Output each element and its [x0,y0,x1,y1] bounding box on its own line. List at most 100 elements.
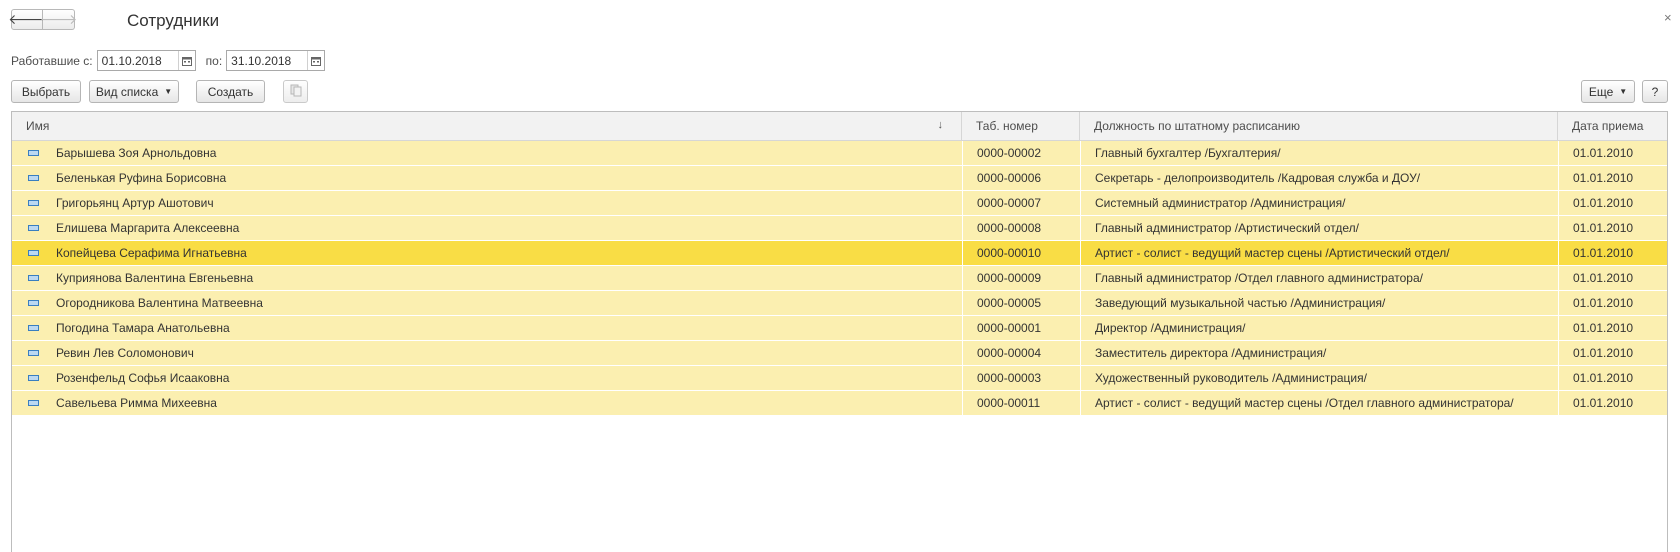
cell-hire-date: 01.01.2010 [1558,241,1667,265]
employee-item-icon [28,375,39,381]
employee-name: Погодина Тамара Анатольевна [56,321,230,335]
cell-tab-number: 0000-00003 [962,366,1080,390]
employee-item-icon [28,350,39,356]
cell-hire-date: 01.01.2010 [1558,366,1667,390]
cell-name: Барышева Зоя Арнольдовна [12,141,962,165]
hire-date-value: 01.01.2010 [1573,271,1634,285]
cell-tab-number: 0000-00008 [962,216,1080,240]
tab-number-value: 0000-00007 [977,196,1042,210]
cell-tab-number: 0000-00001 [962,316,1080,340]
cell-position: Директор /Администрация/ [1080,316,1558,340]
employee-item-icon [28,275,39,281]
from-date-value: 01.10.2018 [101,53,162,68]
select-button-label: Выбрать [21,84,71,99]
table-row[interactable]: Огородникова Валентина Матвеевна 0000-000… [12,291,1667,316]
cell-tab-number: 0000-00010 [962,241,1080,265]
tab-number-value: 0000-00002 [977,146,1042,160]
cell-position: Главный бухгалтер /Бухгалтерия/ [1080,141,1558,165]
arrow-right-icon: 🡒 [39,11,78,27]
table-row[interactable]: Ревин Лев Соломонович 0000-00004 Заместите… [12,341,1667,366]
to-date-field[interactable]: 31.10.2018 [226,50,326,71]
cell-tab-number: 0000-00004 [962,341,1080,365]
employee-name: Савельева Римма Михеевна [56,396,217,410]
table-row[interactable]: Савельева Римма Михеевна 0000-00011 Артист… [12,391,1667,416]
cell-position: Секретарь - делопроизводитель /Кадровая … [1080,166,1558,190]
employee-name: Беленькая Руфина Борисовна [56,171,227,185]
tab-number-value: 0000-00011 [977,396,1041,410]
column-header-hire-date[interactable]: Дата приема [1558,112,1667,140]
cell-position: Заведующий музыкальной частью /Администр… [1080,291,1558,315]
cell-name: Розенфельд Софья Исааковна [12,366,962,390]
to-date-value: 31.10.2018 [231,53,292,68]
hire-date-value: 01.01.2010 [1573,171,1634,185]
sort-down-icon: ↓ [937,119,944,131]
period-filter: Работавшие с: 01.10.2018 по: 31.10.2018 [11,50,326,71]
from-date-field[interactable]: 01.10.2018 [96,50,196,71]
employee-item-icon [28,150,39,156]
tab-number-value: 0000-00003 [977,371,1042,385]
back-button[interactable]: 🡐 [8,9,46,30]
cell-tab-number: 0000-00007 [962,191,1080,215]
cell-position: Артист - солист - ведущий мастер сцены /… [1080,391,1558,415]
create-button[interactable]: Создать [196,80,265,103]
table-row-selected[interactable]: Копейцева Серафима Игнатьевна 0000-00010 А… [12,241,1667,266]
position-value: Артист - солист - ведущий мастер сцены /… [1095,396,1514,410]
column-header-name[interactable]: Имя ↓ [12,112,962,140]
cell-hire-date: 01.01.2010 [1558,191,1667,215]
calendar-icon[interactable] [307,51,324,70]
employee-name: Ревин Лев Соломонович [56,346,194,360]
hire-date-value: 01.01.2010 [1573,371,1634,385]
calendar-icon[interactable] [177,51,195,70]
tab-number-value: 0000-00006 [977,171,1042,185]
cell-tab-number: 0000-00011 [962,391,1080,415]
position-value: Системный администратор /Администрация/ [1095,196,1346,210]
table-row[interactable]: Григорьянц Артур Ашотович 0000-00007 Систе… [12,191,1667,216]
navigation-group: 🡐 🡒 [8,9,78,30]
table-row[interactable]: Беленькая Руфина Борисовна 0000-00006 Секр… [12,166,1667,191]
cell-name: Елишева Маргарита Алексеевна [12,216,962,240]
help-button[interactable]: ? [1642,80,1668,103]
cell-name: Савельева Римма Михеевна [12,391,962,415]
column-header-label: Таб. номер [976,119,1038,133]
position-value: Главный администратор /Артистический отд… [1095,221,1359,235]
table-row[interactable]: Барышева Зоя Арнольдовна 0000-00002 Главны… [12,141,1667,166]
create-button-label: Создать [207,84,254,99]
table-header: Имя ↓ Таб. номер Должность по штатному ра… [12,112,1667,141]
hire-date-value: 01.01.2010 [1573,221,1634,235]
hire-date-value: 01.01.2010 [1573,146,1634,160]
cell-name: Куприянова Валентина Евгеньевна [12,266,962,290]
list-view-button-label: Вид списка [95,84,159,99]
table-body: Барышева Зоя Арнольдовна 0000-00002 Главны… [12,141,1667,416]
table-row[interactable]: Розенфельд Софья Исааковна 0000-00003 Худо… [12,366,1667,391]
table-row[interactable]: Елишева Маргарита Алексеевна 0000-00008 Гл… [12,216,1667,241]
employee-name: Розенфельд Софья Исааковна [56,371,230,385]
employee-name: Елишева Маргарита Алексеевна [56,221,240,235]
employee-name: Копейцева Серафима Игнатьевна [56,246,247,260]
page-title: Сотрудники [127,11,220,30]
position-value: Директор /Администрация/ [1095,321,1246,335]
list-view-button[interactable]: Вид списка ▼ [89,80,179,103]
from-label: Работавшие с: [11,53,93,68]
select-button[interactable]: Выбрать [11,80,81,103]
employee-name: Барышева Зоя Арнольдовна [56,146,217,160]
employee-item-icon [28,175,39,181]
more-button-label: Еще [1588,84,1614,99]
position-value: Артист - солист - ведущий мастер сцены /… [1095,246,1450,260]
employee-item-icon [28,300,39,306]
table-row[interactable]: Куприянова Валентина Евгеньевна 0000-0000… [12,266,1667,291]
hire-date-value: 01.01.2010 [1573,296,1634,310]
hire-date-value: 01.01.2010 [1573,246,1634,260]
cell-tab-number: 0000-00009 [962,266,1080,290]
column-header-position[interactable]: Должность по штатному расписанию [1080,112,1558,140]
cell-position: Художественный руководитель /Администрац… [1080,366,1558,390]
cell-hire-date: 01.01.2010 [1558,141,1667,165]
copy-document-icon [290,84,302,100]
tab-number-value: 0000-00009 [977,271,1042,285]
copy-button[interactable] [283,80,308,103]
close-icon[interactable]: × [1664,10,1672,25]
table-row[interactable]: Погодина Тамара Анатольевна 0000-00001 Дир… [12,316,1667,341]
more-button[interactable]: Еще ▼ [1581,80,1635,103]
column-header-tab-number[interactable]: Таб. номер [962,112,1080,140]
forward-button[interactable]: 🡒 [39,9,78,30]
tab-number-value: 0000-00005 [977,296,1042,310]
